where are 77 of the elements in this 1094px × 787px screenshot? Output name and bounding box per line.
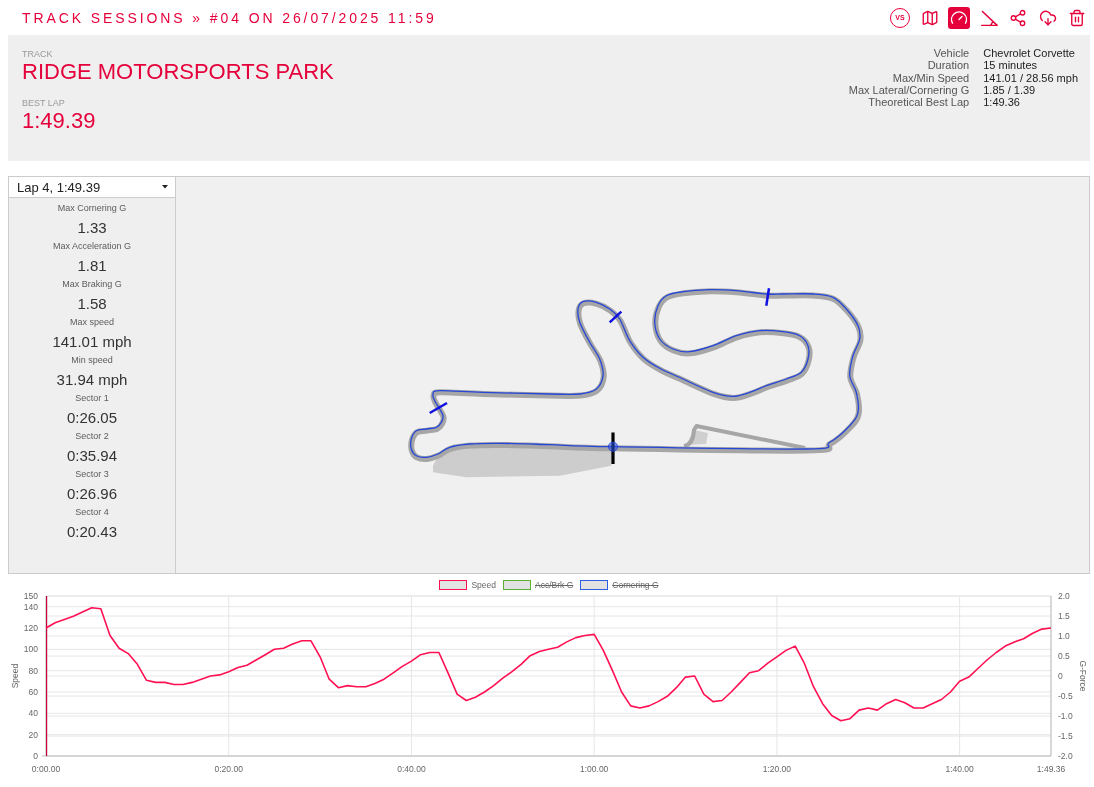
tick-label: -2.0: [1058, 751, 1073, 761]
sector-marker: [608, 310, 622, 324]
tick-label: 40: [28, 708, 38, 719]
field-label: BEST LAP: [22, 98, 66, 109]
stat-value: 0:20.43: [66, 522, 117, 542]
tick-label: 0: [33, 751, 38, 761]
tick-label: 0:20.00: [214, 764, 243, 774]
detail-value: 15 minutes: [983, 59, 1038, 72]
detail-value: Chevrolet Corvette: [983, 47, 1076, 60]
detail-value: 1:49.36: [983, 96, 1021, 109]
stat-value: 141.01 mph: [52, 332, 132, 352]
tick-label: 120: [23, 623, 38, 633]
tick-label: -1.5: [1058, 731, 1073, 741]
legend-item[interactable]: Speed: [439, 579, 496, 590]
tick-label: 150: [23, 591, 38, 601]
tick-label: 1:20.00: [762, 764, 792, 774]
detail-value: 1.85 / 1.39: [983, 83, 1037, 97]
tick-label: -0.5: [1058, 691, 1073, 701]
tick-label: 1:49.36: [1036, 764, 1066, 774]
stat-label: Sector 3: [75, 468, 109, 481]
caret-icon: [162, 185, 168, 189]
detail-label: Max Lateral/Cornering G: [848, 83, 970, 97]
position-marker-icon: [607, 441, 618, 452]
tick-label: 1:00.00: [580, 764, 609, 774]
axis-title: Speed: [10, 663, 20, 689]
stat-value: 31.94 mph: [56, 370, 128, 390]
stat-value: 0:26.96: [66, 484, 117, 504]
stat-label: Min speed: [71, 354, 113, 367]
tick-label: 0: [1058, 671, 1063, 681]
detail-label: Max/Min Speed: [891, 71, 970, 84]
cloud-download-icon: [1038, 8, 1057, 27]
gauge-icon: [950, 8, 968, 27]
page-title: TRACK SESSIONS » #04 ON 26/07/2025 11:59: [22, 9, 437, 26]
tick-label: 0.5: [1058, 651, 1070, 661]
tick-label: 2.0: [1058, 591, 1070, 601]
stat-label: Max Braking G: [62, 278, 122, 291]
tick-label: 1.5: [1058, 611, 1070, 621]
stat-label: Sector 1: [75, 392, 109, 405]
tick-label: 20: [28, 729, 38, 740]
dashboard-button[interactable]: [948, 6, 970, 29]
start-finish-line: [610, 432, 615, 464]
stat-label: Max Acceleration G: [52, 240, 131, 253]
tick-label: 1.0: [1058, 631, 1070, 641]
stat-label: Max Cornering G: [57, 202, 127, 215]
sector-marker: [428, 401, 448, 415]
best-lap-time: 1:49.39: [22, 109, 97, 133]
stat-value: 0:26.05: [66, 408, 117, 428]
sector-marker: [764, 288, 770, 306]
stat-label: Sector 4: [75, 506, 109, 519]
stat-label: Max speed: [70, 316, 114, 329]
tick-label: 1:40.00: [945, 764, 974, 774]
detail-label: Theoretical Best Lap: [867, 96, 970, 109]
stat-label: Sector 2: [75, 430, 109, 443]
lap-dropdown[interactable]: Lap 4, 1:49.39: [8, 176, 176, 198]
stat-value: 0:35.94: [66, 446, 117, 466]
tick-label: 0:00.00: [31, 764, 61, 774]
detail-label: Duration: [926, 59, 970, 72]
field-label: TRACK: [22, 49, 54, 60]
stat-value: 1.33: [77, 218, 107, 238]
tick-label: -1.0: [1058, 711, 1073, 721]
share-icon: [1009, 8, 1027, 27]
angle-icon: [979, 8, 998, 27]
track-name: RIDGE MOTORSPORTS PARK: [22, 60, 334, 84]
map-icon: [920, 8, 939, 27]
legend-item[interactable]: Cornering G: [580, 579, 659, 590]
tick-label: 0:40.00: [397, 764, 426, 774]
detail-label: Vehicle: [932, 47, 970, 60]
legend-item[interactable]: Acc/Brk G: [503, 579, 574, 590]
tick-label: 140: [23, 601, 38, 612]
axis-title: G-Force: [1078, 660, 1088, 692]
tick-label: 80: [28, 665, 38, 676]
tick-label: 60: [28, 687, 38, 697]
trash-icon: [1068, 8, 1086, 27]
detail-value: 141.01 / 28.56 mph: [983, 71, 1078, 84]
stat-value: 1.81: [77, 256, 107, 276]
tick-label: 100: [23, 644, 38, 655]
stat-value: 1.58: [77, 294, 107, 314]
